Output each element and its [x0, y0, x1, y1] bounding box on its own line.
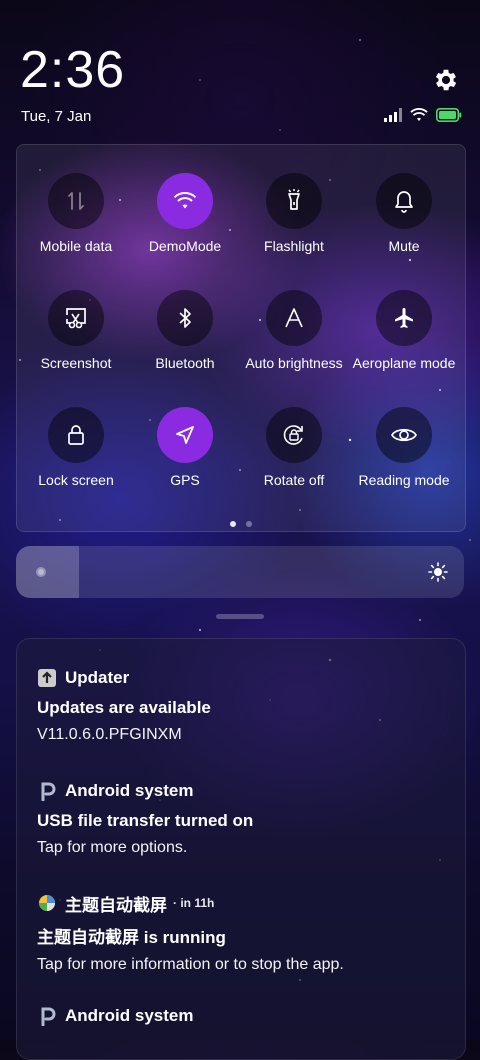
tile-bluetooth[interactable]: Bluetooth: [130, 290, 240, 371]
eye-icon: [376, 407, 432, 463]
notification-updater[interactable]: Updater Updates are available V11.0.6.0.…: [37, 667, 447, 744]
signal-icon: [384, 108, 402, 122]
tile-mobile-data[interactable]: Mobile data: [21, 173, 131, 254]
quick-settings-panel: Mobile data DemoMode Flashlight Mute Scr…: [16, 144, 466, 532]
battery-icon: [436, 108, 462, 122]
rotate-lock-icon: [266, 407, 322, 463]
android-system-icon: [37, 1006, 57, 1026]
tile-mute[interactable]: Mute: [349, 173, 459, 254]
bell-icon: [376, 173, 432, 229]
mobile-data-icon: [48, 173, 104, 229]
tile-label: Reading mode: [358, 472, 450, 488]
notification-title: 主题自动截屏 is running: [37, 928, 226, 947]
page-indicator: [17, 521, 465, 527]
clock-date[interactable]: Tue, 7 Jan: [21, 108, 91, 125]
tile-label: Rotate off: [263, 472, 325, 488]
tile-label: Screenshot: [40, 355, 112, 371]
tile-rotate-off[interactable]: Rotate off: [239, 407, 349, 488]
brightness-high-icon: [428, 562, 448, 582]
wifi-status-icon: [410, 108, 428, 121]
bluetooth-icon: [157, 290, 213, 346]
notification-list: Updater Updates are available V11.0.6.0.…: [16, 638, 466, 1060]
tile-label: Lock screen: [38, 472, 114, 488]
notification-text: Tap for more options.: [37, 839, 188, 856]
theme-app-icon: [37, 893, 57, 913]
notification-text: V11.0.6.0.PFGINXM: [37, 726, 182, 743]
updater-icon: [37, 668, 57, 688]
tile-label: Bluetooth: [155, 355, 215, 371]
notification-app-name: Android system: [65, 781, 194, 800]
drag-handle[interactable]: [216, 614, 264, 619]
tile-label: Mute: [388, 238, 420, 254]
tile-reading-mode[interactable]: Reading mode: [349, 407, 459, 488]
tile-gps[interactable]: GPS: [130, 407, 240, 488]
tile-auto-brightness[interactable]: Auto brightness: [239, 290, 349, 371]
brightness-slider[interactable]: [16, 546, 464, 598]
tile-label: Aeroplane mode: [352, 355, 456, 371]
tile-aeroplane-mode[interactable]: Aeroplane mode: [349, 290, 459, 371]
android-system-icon: [37, 781, 57, 801]
tile-label: DemoMode: [148, 238, 222, 254]
brightness-low-icon: [36, 567, 46, 577]
tile-label: GPS: [170, 472, 200, 488]
auto-brightness-icon: [266, 290, 322, 346]
tile-lock-screen[interactable]: Lock screen: [21, 407, 131, 488]
gps-icon: [157, 407, 213, 463]
notification-title: Updates are available: [37, 698, 211, 717]
wifi-icon: [157, 173, 213, 229]
flashlight-icon: [266, 173, 322, 229]
notification-app-name: Updater: [65, 668, 130, 687]
notification-usb[interactable]: Android system USB file transfer turned …: [37, 780, 447, 857]
tile-label: Mobile data: [39, 238, 113, 254]
tile-wifi[interactable]: DemoMode: [130, 173, 240, 254]
status-bar-icons: [384, 108, 462, 122]
notification-title: USB file transfer turned on: [37, 811, 254, 830]
notification-time: · in 11h: [173, 896, 215, 910]
notification-theme-screenshot[interactable]: 主题自动截屏 · in 11h 主题自动截屏 is running Tap fo…: [37, 892, 447, 974]
tile-flashlight[interactable]: Flashlight: [239, 173, 349, 254]
notification-app-name: Android system: [65, 1006, 194, 1025]
page-dot-active: [230, 521, 236, 527]
tile-screenshot[interactable]: Screenshot: [21, 290, 131, 371]
tile-label: Flashlight: [264, 238, 324, 254]
tile-label: Auto brightness: [245, 355, 343, 371]
lock-icon: [48, 407, 104, 463]
notification-android-system[interactable]: Android system: [37, 1005, 447, 1027]
settings-gear-icon[interactable]: [432, 66, 460, 94]
screenshot-icon: [48, 290, 104, 346]
clock-time[interactable]: 2:36: [20, 40, 125, 100]
page-dot: [246, 521, 252, 527]
notification-text: Tap for more information or to stop the …: [37, 956, 344, 973]
notification-app-name: 主题自动截屏: [65, 895, 167, 915]
airplane-icon: [376, 290, 432, 346]
